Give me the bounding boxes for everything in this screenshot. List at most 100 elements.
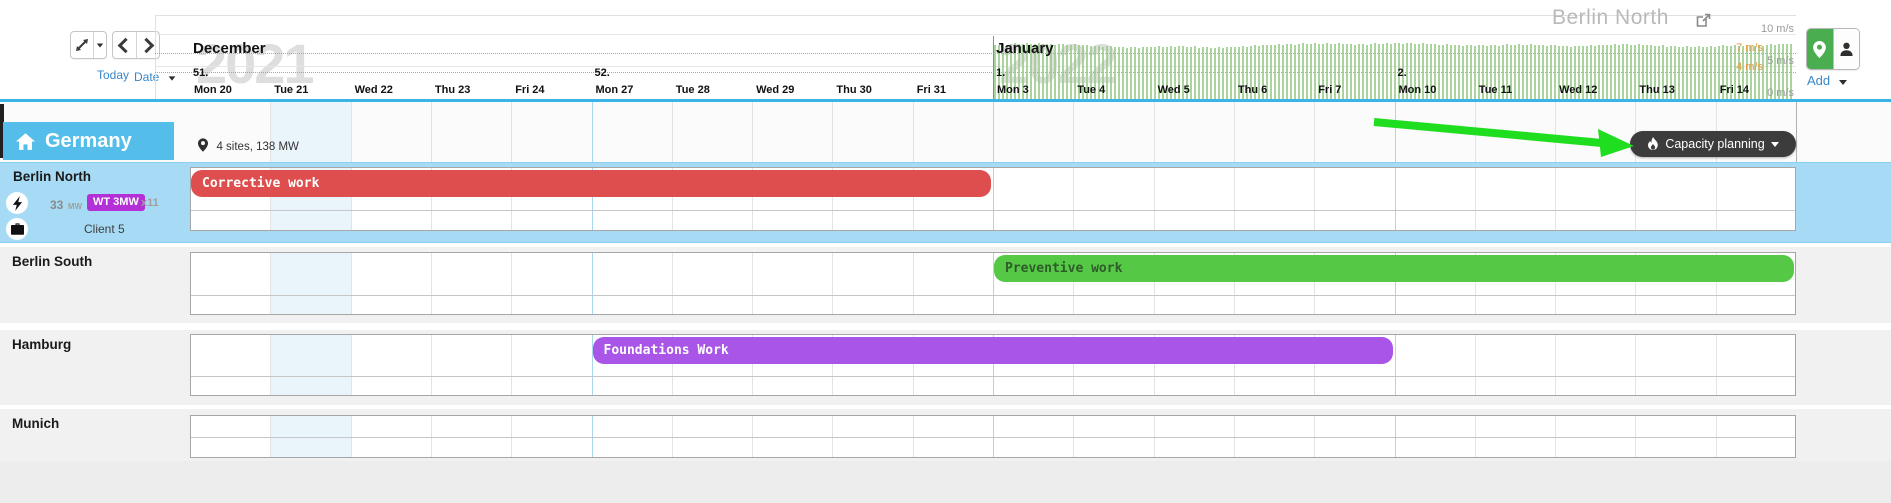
wind-bar bbox=[1218, 47, 1220, 99]
wind-threshold-label: 4 m/s bbox=[1703, 61, 1763, 73]
wind-bar bbox=[1458, 45, 1460, 99]
grid-day-line bbox=[1234, 102, 1235, 162]
grid-week-line bbox=[1395, 335, 1396, 395]
grid-day-line bbox=[1475, 102, 1476, 162]
today-link[interactable]: Today bbox=[97, 68, 129, 82]
day-label: Tue 11 bbox=[1479, 84, 1512, 96]
grid-row-separator bbox=[191, 210, 1795, 211]
grid-day-line bbox=[1635, 335, 1636, 395]
chevron-right-icon bbox=[138, 37, 154, 53]
wind-bar bbox=[1526, 45, 1528, 99]
grid-day-line bbox=[511, 335, 512, 395]
grid-day-line bbox=[1635, 168, 1636, 230]
grid-day-line bbox=[1314, 168, 1315, 230]
wind-bar bbox=[1438, 45, 1440, 99]
grid-day-line bbox=[1154, 102, 1155, 162]
wind-bar bbox=[1274, 45, 1276, 99]
wind-bar bbox=[1534, 45, 1536, 99]
wind-bar bbox=[1122, 47, 1124, 99]
day-label: Tue 28 bbox=[676, 84, 710, 96]
week-number-label: 52. bbox=[595, 67, 610, 79]
zoom-range-split-button[interactable] bbox=[70, 31, 107, 59]
week-number-label: 51. bbox=[193, 67, 208, 79]
add-dropdown[interactable]: Add bbox=[1807, 72, 1847, 90]
wind-bar bbox=[1602, 45, 1604, 99]
wind-bar bbox=[1470, 45, 1472, 99]
day-label: Wed 29 bbox=[756, 84, 794, 96]
capacity-value: 33 bbox=[50, 198, 63, 212]
site-name: Munich bbox=[12, 416, 59, 431]
wind-bar bbox=[1134, 47, 1136, 99]
wind-bar bbox=[1294, 45, 1296, 99]
wind-bar bbox=[1610, 45, 1612, 99]
wind-bar bbox=[1550, 45, 1552, 99]
wind-bar bbox=[1138, 48, 1140, 99]
grid-day-line bbox=[351, 253, 352, 314]
caret-down-icon bbox=[97, 43, 103, 47]
grid-day-line bbox=[1073, 168, 1074, 230]
day-label: Thu 30 bbox=[836, 84, 871, 96]
wind-bar bbox=[1374, 43, 1376, 99]
day-label: Fri 7 bbox=[1318, 84, 1341, 96]
grid-week-line bbox=[592, 102, 593, 162]
capacity-unit: MW bbox=[68, 202, 82, 211]
capacity-planning-button[interactable]: Capacity planning bbox=[1630, 131, 1796, 157]
week-number-label: 2. bbox=[1398, 67, 1407, 79]
add-link-label: Add bbox=[1807, 73, 1830, 88]
country-name: Germany bbox=[45, 130, 132, 153]
grid-day-line bbox=[1555, 102, 1556, 162]
grid-day-line bbox=[1475, 168, 1476, 230]
wind-bar bbox=[1454, 45, 1456, 99]
grid-day-line bbox=[672, 253, 673, 314]
gantt-bar-preventive-work[interactable]: Preventive work bbox=[994, 255, 1794, 282]
wind-bar bbox=[1142, 47, 1144, 99]
day-label: Thu 6 bbox=[1238, 84, 1267, 96]
bottom-filler-area bbox=[0, 461, 1891, 503]
map-pin-icon bbox=[1813, 41, 1826, 58]
wind-bar bbox=[1278, 44, 1280, 99]
wind-bar bbox=[1114, 47, 1116, 99]
grid-day-line bbox=[832, 253, 833, 314]
wind-bar bbox=[1210, 48, 1212, 99]
grid-day-line bbox=[832, 102, 833, 162]
timeline-panel-top-border bbox=[155, 15, 1796, 16]
grid-week-line bbox=[592, 335, 593, 395]
month-boundary-line bbox=[993, 36, 994, 99]
day-label: Thu 23 bbox=[435, 84, 470, 96]
wind-bar bbox=[1694, 47, 1696, 99]
gantt-bar-foundations-work[interactable]: Foundations Work bbox=[593, 337, 1393, 364]
previous-period-button[interactable] bbox=[113, 32, 136, 58]
grid-day-line bbox=[752, 102, 753, 162]
open-site-icon[interactable] bbox=[1696, 13, 1711, 33]
site-name-berlin-north[interactable]: Berlin North bbox=[13, 169, 91, 184]
wind-bar bbox=[1358, 44, 1360, 99]
gantt-bar-corrective-work[interactable]: Corrective work bbox=[191, 170, 991, 197]
wind-bar bbox=[1542, 45, 1544, 99]
wind-threshold-label: 7 m/s bbox=[1703, 42, 1763, 54]
zoom-dropdown-caret[interactable] bbox=[93, 32, 106, 58]
wind-bar bbox=[1302, 43, 1304, 99]
month-label: January bbox=[996, 40, 1054, 57]
wind-bar bbox=[1206, 47, 1208, 99]
turbine-type-badge: WT 3MW bbox=[87, 194, 145, 211]
wind-bar bbox=[1118, 47, 1120, 99]
grid-day-line bbox=[752, 253, 753, 314]
country-header-germany[interactable]: Germany bbox=[3, 122, 174, 160]
wind-bar bbox=[1314, 43, 1316, 99]
wind-bar bbox=[1270, 45, 1272, 99]
site-pin-toggle-button[interactable] bbox=[1807, 29, 1833, 69]
wind-bar bbox=[1194, 46, 1196, 99]
wind-bar bbox=[1106, 46, 1108, 99]
grid-day-line bbox=[913, 102, 914, 162]
wind-bar bbox=[1614, 44, 1616, 99]
expand-range-icon[interactable] bbox=[71, 32, 93, 58]
grid-day-line bbox=[1716, 168, 1717, 230]
wind-bar bbox=[1146, 47, 1148, 99]
gantt-grid[interactable] bbox=[190, 415, 1796, 458]
wind-bar bbox=[1202, 47, 1204, 99]
chart-site-title: Berlin North bbox=[1552, 6, 1669, 30]
person-view-toggle-button[interactable] bbox=[1833, 29, 1860, 69]
wind-bar bbox=[1130, 47, 1132, 99]
wind-bar bbox=[1346, 44, 1348, 99]
wind-scale-label: 10 m/s bbox=[1734, 23, 1794, 35]
